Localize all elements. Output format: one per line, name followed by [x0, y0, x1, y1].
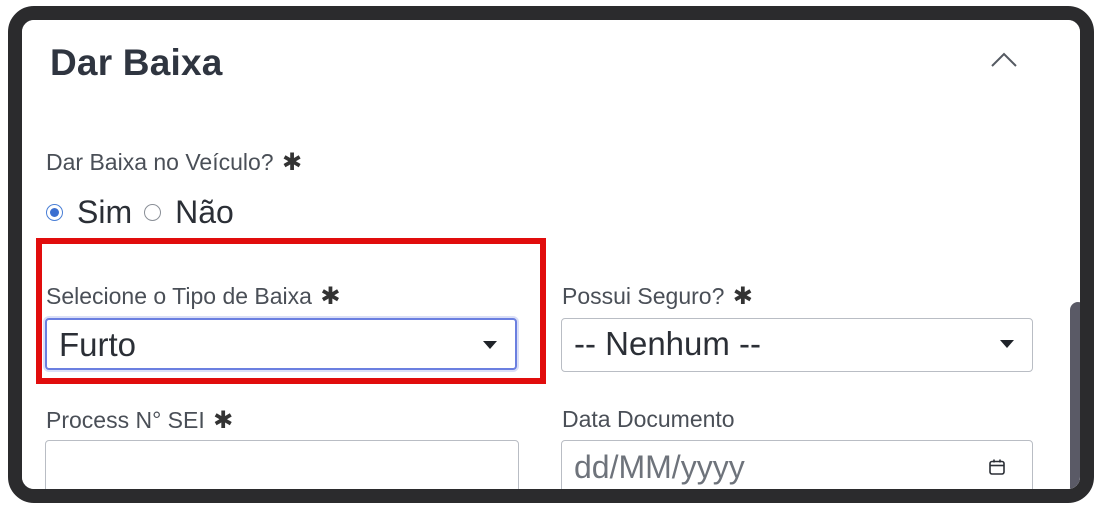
radio-sim-label[interactable]: Sim: [77, 194, 132, 231]
chevron-up-icon[interactable]: [986, 46, 1022, 74]
required-icon: ✱: [732, 283, 753, 310]
caret-down-icon[interactable]: [1000, 340, 1014, 348]
possui-seguro-label: Possui Seguro? ✱: [562, 282, 753, 311]
possui-seguro-select[interactable]: -- Nenhum --: [561, 318, 1033, 372]
radio-sim[interactable]: Sim: [46, 194, 132, 231]
radio-sim-indicator[interactable]: [46, 203, 63, 221]
processo-sei-label-text: Process N° SEI: [46, 407, 205, 433]
radio-nao[interactable]: Não: [144, 194, 234, 231]
radio-nao-label[interactable]: Não: [175, 194, 234, 231]
required-icon: ✱: [213, 407, 234, 434]
possui-seguro-label-text: Possui Seguro?: [562, 283, 725, 309]
data-documento-label-text: Data Documento: [562, 406, 735, 432]
radio-nao-indicator[interactable]: [144, 203, 162, 221]
dialog-frame: Dar Baixa Dar Baixa no Veículo? ✱ Sim Nã…: [8, 6, 1094, 503]
required-icon: ✱: [281, 149, 303, 176]
data-documento-label: Data Documento: [562, 406, 735, 433]
calendar-icon[interactable]: [988, 458, 1006, 476]
baixa-veiculo-radio-group: Sim Não: [46, 192, 246, 232]
processo-sei-input[interactable]: [45, 440, 519, 489]
annotation-highlight-box: [36, 238, 546, 384]
baixa-veiculo-label: Dar Baixa no Veículo? ✱: [46, 148, 302, 177]
section-title: Dar Baixa: [50, 42, 223, 83]
processo-sei-label: Process N° SEI ✱: [46, 406, 233, 435]
possui-seguro-value: -- Nenhum --: [574, 325, 762, 362]
vertical-scrollbar[interactable]: [1070, 302, 1080, 489]
data-documento-input[interactable]: [561, 440, 1033, 489]
baixa-veiculo-label-text: Dar Baixa no Veículo?: [46, 149, 274, 175]
